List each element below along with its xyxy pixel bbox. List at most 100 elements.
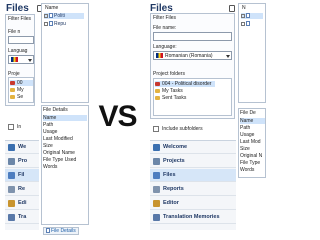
details-row[interactable]: Last Mod bbox=[240, 139, 261, 145]
details-row[interactable]: Name bbox=[240, 118, 265, 124]
details-row[interactable]: Usage bbox=[240, 132, 254, 138]
details-row[interactable]: File Type bbox=[240, 160, 260, 166]
files-icon bbox=[153, 172, 160, 179]
folder-item[interactable]: Sent Tasks bbox=[155, 95, 186, 101]
project-folders-tree: 004 - Political disorder My Tasks Sent T… bbox=[153, 78, 232, 116]
table-row[interactable] bbox=[241, 21, 251, 27]
editor-pencil-icon bbox=[153, 200, 160, 207]
table-row[interactable] bbox=[241, 13, 263, 19]
folder-icon bbox=[10, 80, 15, 85]
table-row[interactable]: Politi bbox=[44, 13, 84, 19]
panel-title: Files bbox=[6, 3, 29, 14]
document-icon bbox=[246, 13, 250, 19]
filename-input[interactable] bbox=[8, 36, 34, 44]
row-checkbox[interactable] bbox=[241, 21, 245, 26]
file-details-title: File De bbox=[240, 110, 256, 116]
include-subfolders-label: Include subfolders bbox=[162, 126, 203, 132]
folder-icon bbox=[10, 94, 15, 99]
nav-item-editor[interactable]: Edi bbox=[5, 197, 39, 210]
document-icon bbox=[246, 21, 250, 27]
reports-icon bbox=[8, 186, 15, 193]
language-select[interactable]: Romanian (Romania) bbox=[153, 51, 232, 60]
file-details-panel: File De Name Path Usage Last Mod Size Or… bbox=[238, 108, 266, 178]
language-label: Language: bbox=[153, 44, 177, 50]
file-list: N bbox=[238, 3, 266, 103]
column-header-name[interactable]: N bbox=[242, 5, 246, 11]
folder-icon bbox=[155, 88, 160, 93]
left-files-panel: Files Filter Files File n Languag Proje … bbox=[3, 0, 89, 240]
projects-icon bbox=[8, 158, 15, 165]
chevron-down-icon bbox=[226, 55, 230, 58]
nav-item-translation-memories[interactable]: Tra bbox=[5, 211, 39, 224]
column-header-name[interactable]: Name bbox=[45, 5, 58, 11]
details-row[interactable]: Path bbox=[43, 122, 53, 128]
nav-item-editor[interactable]: Editor bbox=[150, 197, 236, 210]
details-row[interactable]: Original Name bbox=[43, 150, 75, 156]
translation-memory-icon bbox=[153, 214, 160, 221]
details-row[interactable]: Path bbox=[240, 125, 250, 131]
project-folders-label: Project folders bbox=[153, 71, 185, 77]
nav-item-reports[interactable]: Reports bbox=[150, 183, 236, 196]
language-label: Languag bbox=[8, 48, 28, 54]
row-checkbox[interactable] bbox=[44, 13, 48, 18]
projects-icon bbox=[153, 158, 160, 165]
details-row[interactable]: Words bbox=[240, 167, 254, 173]
chevron-down-icon bbox=[28, 59, 32, 62]
file-details-title: File Details bbox=[43, 107, 68, 113]
details-row[interactable]: Size bbox=[240, 146, 250, 152]
folder-item[interactable]: 00 bbox=[10, 80, 33, 86]
include-subfolders-checkbox[interactable] bbox=[8, 124, 14, 130]
details-row[interactable]: Usage bbox=[43, 129, 57, 135]
reports-icon bbox=[153, 186, 160, 193]
nav-item-files[interactable]: Fil bbox=[5, 169, 39, 182]
document-icon bbox=[49, 13, 53, 19]
folder-item[interactable]: My bbox=[10, 87, 24, 93]
folder-icon bbox=[10, 87, 15, 92]
details-row[interactable]: Size bbox=[43, 143, 53, 149]
folder-item[interactable]: 004 - Political disorder bbox=[155, 81, 215, 87]
nav-item-welcome[interactable]: Welcome bbox=[150, 141, 236, 154]
document-icon bbox=[49, 21, 53, 27]
translation-memory-icon bbox=[8, 214, 15, 221]
folder-item[interactable]: Se bbox=[10, 94, 23, 100]
navigation-pane: Welcome Projects Files Reports Editor Tr… bbox=[150, 140, 236, 230]
file-details-tab[interactable]: File Details bbox=[43, 227, 79, 235]
filter-box: Filter Files File n Languag Proje 00 My … bbox=[5, 14, 35, 106]
romania-flag-icon bbox=[156, 53, 163, 59]
folder-item[interactable]: My Tasks bbox=[155, 88, 183, 94]
navigation-pane: We Pro Fil Re Edi Tra bbox=[5, 140, 39, 230]
details-row[interactable]: Name bbox=[43, 115, 87, 121]
language-select[interactable] bbox=[8, 55, 34, 64]
filename-label: File n bbox=[8, 29, 21, 35]
filename-label: File name: bbox=[153, 25, 177, 31]
nav-item-reports[interactable]: Re bbox=[5, 183, 39, 196]
filter-box: Filter Files File name: Language: Romani… bbox=[150, 13, 235, 119]
details-row[interactable]: Original N bbox=[240, 153, 262, 159]
file-details-panel: File Details Name Path Usage Last Modifi… bbox=[41, 105, 89, 225]
pin-icon[interactable] bbox=[228, 5, 235, 12]
editor-pencil-icon bbox=[8, 200, 15, 207]
nav-item-projects[interactable]: Projects bbox=[150, 155, 236, 168]
nav-item-files[interactable]: Files bbox=[150, 169, 236, 182]
filename-input[interactable] bbox=[153, 32, 232, 41]
file-list: Name Politi Repu bbox=[41, 3, 89, 103]
nav-item-welcome[interactable]: We bbox=[5, 141, 39, 154]
files-icon bbox=[8, 172, 15, 179]
include-subfolders-label: In bbox=[17, 124, 22, 130]
home-icon bbox=[8, 144, 15, 151]
nav-item-projects[interactable]: Pro bbox=[5, 155, 39, 168]
language-value: Romanian (Romania) bbox=[165, 53, 213, 59]
table-row[interactable]: Repu bbox=[44, 21, 66, 27]
home-icon bbox=[153, 144, 160, 151]
nav-item-translation-memories[interactable]: Translation Memories bbox=[150, 211, 236, 224]
details-row[interactable]: Last Modified bbox=[43, 136, 73, 142]
folder-icon bbox=[155, 95, 160, 100]
include-subfolders-checkbox[interactable] bbox=[153, 126, 159, 132]
filter-label: Filter Files bbox=[153, 15, 177, 21]
row-checkbox[interactable] bbox=[44, 21, 48, 26]
details-row[interactable]: File Type Used bbox=[43, 157, 76, 163]
details-row[interactable]: Words bbox=[43, 164, 57, 170]
row-checkbox[interactable] bbox=[241, 13, 245, 18]
romania-flag-icon bbox=[11, 57, 18, 63]
folder-icon bbox=[155, 81, 160, 86]
